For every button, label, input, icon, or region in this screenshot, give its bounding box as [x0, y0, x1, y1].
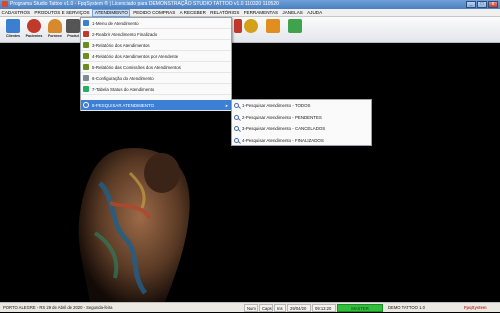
status-brand: FpqSystem — [464, 305, 487, 310]
calculator-button[interactable] — [263, 19, 283, 42]
products-button[interactable]: Produt — [66, 19, 80, 42]
menu-item-tabela-status[interactable]: 7-Tabela Status do Atendimento — [81, 84, 231, 95]
status-time: 09:13:20 — [312, 304, 336, 312]
status-product: DEMO TATTOO 1.0 — [388, 305, 425, 310]
exit-icon — [288, 19, 302, 33]
submenu-arrow-icon: ▸ — [225, 103, 228, 108]
table-icon — [83, 86, 89, 92]
patients-button[interactable]: Pacientes — [24, 19, 44, 42]
menu-item-label: 5-Relatório das Comissões dos Atendiment… — [92, 65, 181, 70]
menu-item-relatorio-comissoes[interactable]: 5-Relatório das Comissões dos Atendiment… — [81, 62, 231, 73]
menu-ferramentas[interactable]: FERRAMENTAS — [242, 9, 279, 17]
window-title: Programa Studio Tattoo v1.0 - FpqSystem … — [10, 1, 279, 7]
close-button[interactable]: x — [488, 1, 498, 8]
search-icon — [234, 126, 239, 131]
search-icon — [83, 102, 89, 108]
status-caps: Caps — [259, 304, 273, 312]
submenu-item-label: 4-Pesquisar Atendimento - FINALIZADOS — [242, 137, 324, 143]
report-icon — [83, 53, 89, 59]
report-icon — [83, 42, 89, 48]
menu-icon — [83, 20, 89, 26]
status-location-date: PORTO ALEGRE - RS 29 de Abril de 2020 - … — [3, 305, 113, 310]
menu-item-pesquisar-atendimento[interactable]: 8-PESQUISAR ATENDIMENTO ▸ — [81, 100, 231, 111]
supplier-button[interactable]: Fornece — [45, 19, 65, 42]
menu-item-reabrir[interactable]: 2-Reabrir Atendimento Finalizado — [81, 29, 231, 40]
clients-label: Clientes — [6, 34, 20, 38]
menu-ajuda[interactable]: AJUDA — [306, 9, 324, 17]
menu-item-label: 3-Relatório dos Atendimentos — [92, 43, 150, 48]
menu-item-label: 1-Menu de Atendimento — [92, 21, 139, 26]
menu-atendimento[interactable]: ATENDIMENTO — [92, 9, 131, 17]
search-icon — [234, 103, 239, 108]
reopen-icon — [83, 31, 89, 37]
submenu-item-label: 3-Pesquisar Atendimento - CANCELADOS — [242, 126, 326, 131]
menu-item-label: 8-PESQUISAR ATENDIMENTO — [92, 103, 155, 108]
products-icon — [66, 19, 80, 33]
clients-button[interactable]: Clientes — [3, 19, 23, 42]
menu-produtos-servicos[interactable]: PRODUTOS E SERVIÇOS — [33, 9, 91, 17]
exit-button[interactable] — [285, 19, 305, 42]
patients-icon — [27, 19, 41, 33]
minimize-button[interactable]: _ — [466, 1, 476, 8]
menu-relatorios[interactable]: RELATÓRIOS — [209, 9, 241, 17]
status-bar: PORTO ALEGRE - RS 29 de Abril de 2020 - … — [0, 302, 500, 312]
menu-item-label: 6-Configuração do Atendimento — [92, 76, 154, 81]
tattoo-photo — [78, 148, 190, 302]
menu-item-label: 4-Relatório dos Atendimentos por Atenden… — [92, 54, 179, 59]
title-bar: Programa Studio Tattoo v1.0 - FpqSystem … — [0, 0, 500, 9]
maximize-button[interactable]: □ — [477, 1, 487, 8]
status-date: 29/04/20 — [287, 304, 311, 312]
menu-item-relatorio-atendente[interactable]: 4-Relatório dos Atendimentos por Atenden… — [81, 51, 231, 62]
menu-item-menu-atendimento[interactable]: 1-Menu de Atendimento — [81, 18, 231, 29]
coin-button[interactable] — [241, 19, 261, 42]
toolbar: Clientes Pacientes Fornece Produt — [0, 17, 500, 43]
desktop-background — [0, 43, 500, 302]
settings-icon — [83, 75, 89, 81]
submenu-item-label: 1-Pesquisar Atendimento - TODOS — [242, 103, 311, 108]
clients-icon — [6, 19, 20, 33]
supplier-icon — [48, 19, 62, 33]
coin-icon — [244, 19, 258, 33]
status-ins: Ins — [274, 304, 286, 312]
menu-janelas[interactable]: JANELAS — [281, 9, 304, 17]
search-icon — [234, 137, 239, 143]
app-logo-icon — [2, 1, 8, 7]
menu-a-receber[interactable]: A RECEBER — [178, 9, 207, 17]
search-icon — [234, 114, 239, 120]
patients-label: Pacientes — [25, 34, 43, 38]
menu-pedido-compras[interactable]: PEDIDO COMPRAS — [132, 9, 177, 17]
submenu-item-pendentes[interactable]: 2-Pesquisar Atendimento - PENDENTES — [232, 112, 371, 124]
menu-bar: CADASTROS PRODUTOS E SERVIÇOS ATENDIMENT… — [0, 9, 500, 17]
submenu-item-cancelados[interactable]: 3-Pesquisar Atendimento - CANCELADOS — [232, 123, 371, 135]
menu-item-label: 7-Tabela Status do Atendimento — [92, 87, 155, 92]
supplier-label: Fornece — [48, 34, 62, 38]
status-num: Num — [244, 304, 258, 312]
calculator-icon — [266, 19, 280, 33]
menu-cadastros[interactable]: CADASTROS — [0, 9, 32, 17]
menu-item-configuracao[interactable]: 6-Configuração do Atendimento — [81, 73, 231, 84]
submenu-item-todos[interactable]: 1-Pesquisar Atendimento - TODOS — [232, 100, 371, 112]
menu-item-label: 2-Reabrir Atendimento Finalizado — [92, 32, 158, 37]
application-window: Programa Studio Tattoo v1.0 - FpqSystem … — [0, 0, 500, 312]
atendimento-dropdown: 1-Menu de Atendimento 2-Reabrir Atendime… — [80, 17, 232, 111]
products-label: Produt — [67, 34, 79, 38]
menu-item-relatorio-atendimentos[interactable]: 3-Relatório dos Atendimentos — [81, 40, 231, 51]
pesquisar-submenu: 1-Pesquisar Atendimento - TODOS 2-Pesqui… — [231, 99, 372, 146]
report-icon — [83, 64, 89, 70]
submenu-item-label: 2-Pesquisar Atendimento - PENDENTES — [242, 114, 322, 120]
submenu-item-finalizados[interactable]: 4-Pesquisar Atendimento - FINALIZADOS — [232, 135, 371, 147]
status-master-badge: MASTER — [337, 304, 383, 312]
